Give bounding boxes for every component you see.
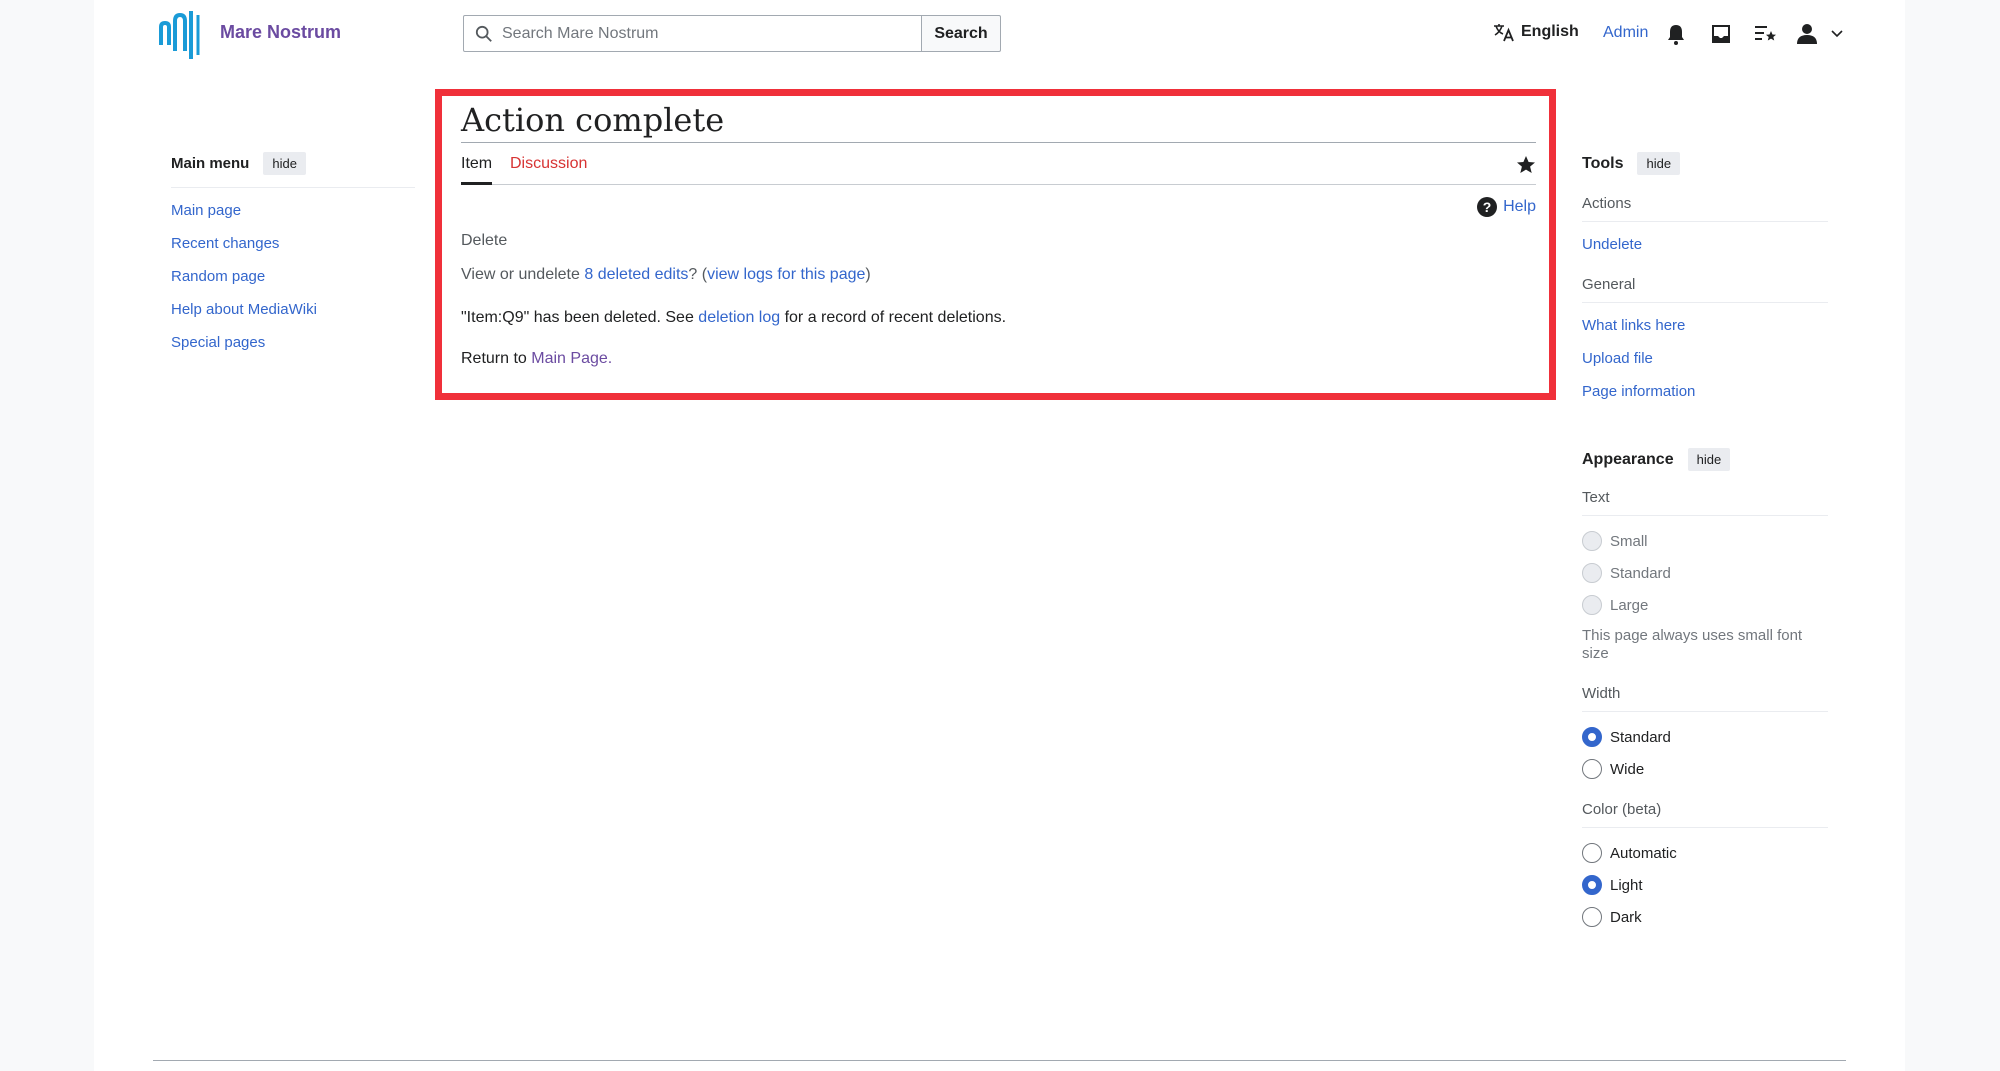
tab-discussion[interactable]: Discussion bbox=[510, 155, 587, 182]
width-standard-radio[interactable] bbox=[1582, 727, 1602, 747]
undelete-notice-text-3: ) bbox=[865, 266, 871, 283]
notifications-bell-icon[interactable] bbox=[1664, 22, 1688, 46]
tools-general-heading: General bbox=[1582, 276, 1828, 303]
main-menu-title: Main menu bbox=[171, 155, 250, 172]
text-size-large-radio bbox=[1582, 595, 1602, 615]
footer-divider bbox=[153, 1060, 1846, 1061]
search-box[interactable] bbox=[463, 15, 922, 52]
user-page-link[interactable]: Admin bbox=[1603, 24, 1648, 42]
right-sidebar: Tools hide Actions Undelete General What… bbox=[1582, 152, 1828, 933]
help-link[interactable]: ? Help bbox=[1477, 197, 1536, 217]
main-menu-header: Main menu hide bbox=[171, 152, 415, 188]
color-light-label: Light bbox=[1610, 876, 1643, 894]
text-size-small-option: Small bbox=[1582, 525, 1828, 557]
color-automatic-label: Automatic bbox=[1610, 844, 1677, 862]
width-heading: Width bbox=[1582, 685, 1828, 712]
notices-inbox-icon[interactable] bbox=[1709, 22, 1733, 46]
appearance-header: Appearance hide bbox=[1582, 448, 1828, 471]
main-menu-item-main-page[interactable]: Main page bbox=[171, 202, 241, 219]
text-size-large-option: Large bbox=[1582, 589, 1828, 621]
main-menu-item-help[interactable]: Help about MediaWiki bbox=[171, 301, 317, 318]
color-dark-option[interactable]: Dark bbox=[1582, 901, 1828, 933]
help-label: Help bbox=[1503, 198, 1536, 215]
page-title: Action complete bbox=[461, 98, 1536, 143]
main-menu-item-recent-changes[interactable]: Recent changes bbox=[171, 235, 279, 252]
deletion-message-text-2: for a record of recent deletions. bbox=[780, 309, 1007, 326]
deletion-message-text: "Item:Q9" has been deleted. See bbox=[461, 309, 699, 326]
chevron-down-icon[interactable] bbox=[1830, 22, 1844, 46]
text-size-small-radio bbox=[1582, 531, 1602, 551]
tools-header: Tools hide bbox=[1582, 152, 1828, 175]
site-logo-icon[interactable] bbox=[158, 5, 202, 63]
watch-star-icon[interactable] bbox=[1516, 155, 1536, 175]
text-size-note: This page always uses small font size bbox=[1582, 627, 1803, 662]
deletion-message: "Item:Q9" has been deleted. See deletion… bbox=[461, 309, 1006, 327]
color-light-option[interactable]: Light bbox=[1582, 869, 1828, 901]
appearance-title: Appearance bbox=[1582, 450, 1674, 468]
color-light-radio[interactable] bbox=[1582, 875, 1602, 895]
language-selector[interactable]: English bbox=[1493, 22, 1579, 42]
main-menu: Main menu hide Main page Recent changes … bbox=[171, 152, 415, 359]
text-size-standard-radio bbox=[1582, 563, 1602, 583]
undelete-notice-text: View or undelete bbox=[461, 266, 585, 283]
return-main-page-link[interactable]: Main Page bbox=[531, 350, 608, 367]
deletion-log-link[interactable]: deletion log bbox=[698, 309, 780, 326]
undelete-notice: View or undelete 8 deleted edits? (view … bbox=[461, 266, 871, 284]
return-message-period: . bbox=[607, 350, 613, 367]
color-dark-radio[interactable] bbox=[1582, 907, 1602, 927]
tools-hide-button[interactable]: hide bbox=[1637, 152, 1681, 175]
help-icon: ? bbox=[1477, 197, 1498, 217]
color-automatic-option[interactable]: Automatic bbox=[1582, 837, 1828, 869]
main-content: Action complete Item Discussion ? Help D… bbox=[461, 98, 1536, 367]
appearance-hide-button[interactable]: hide bbox=[1687, 448, 1731, 471]
svg-text:?: ? bbox=[1483, 199, 1492, 215]
color-heading: Color (beta) bbox=[1582, 801, 1828, 828]
color-automatic-radio[interactable] bbox=[1582, 843, 1602, 863]
return-message-text: Return to bbox=[461, 350, 532, 367]
text-size-large-label: Large bbox=[1610, 596, 1649, 614]
search-button[interactable]: Search bbox=[921, 15, 1001, 52]
what-links-here-link[interactable]: What links here bbox=[1582, 317, 1685, 334]
page-information-link[interactable]: Page information bbox=[1582, 383, 1695, 400]
upload-file-link[interactable]: Upload file bbox=[1582, 350, 1653, 367]
language-label: English bbox=[1521, 23, 1579, 40]
color-dark-label: Dark bbox=[1610, 908, 1642, 926]
return-message: Return to Main Page. bbox=[461, 350, 612, 368]
main-menu-hide-button[interactable]: hide bbox=[263, 152, 306, 175]
language-icon bbox=[1494, 24, 1514, 42]
text-size-heading: Text bbox=[1582, 489, 1828, 516]
undelete-notice-text-2: ? ( bbox=[688, 266, 708, 283]
tools-title: Tools bbox=[1582, 154, 1624, 172]
watchlist-icon[interactable] bbox=[1754, 22, 1778, 46]
site-name-link[interactable]: Mare Nostrum bbox=[220, 22, 341, 43]
text-size-standard-label: Standard bbox=[1610, 564, 1671, 582]
tab-item[interactable]: Item bbox=[461, 155, 493, 185]
view-logs-link[interactable]: view logs for this page bbox=[707, 266, 865, 283]
text-size-small-label: Small bbox=[1610, 532, 1648, 550]
user-menu-icon[interactable] bbox=[1795, 22, 1819, 46]
search-input[interactable] bbox=[502, 16, 917, 51]
tools-actions-heading: Actions bbox=[1582, 195, 1828, 222]
width-wide-option[interactable]: Wide bbox=[1582, 753, 1828, 785]
search-icon bbox=[475, 25, 492, 42]
page-subtitle: Delete bbox=[461, 232, 508, 249]
undelete-link[interactable]: Undelete bbox=[1582, 236, 1642, 253]
width-standard-label: Standard bbox=[1610, 728, 1671, 746]
main-menu-item-special-pages[interactable]: Special pages bbox=[171, 334, 265, 351]
width-wide-radio[interactable] bbox=[1582, 759, 1602, 779]
text-size-standard-option: Standard bbox=[1582, 557, 1828, 589]
page-tabs: Item Discussion bbox=[461, 143, 1536, 185]
width-standard-option[interactable]: Standard bbox=[1582, 721, 1828, 753]
main-menu-item-random-page[interactable]: Random page bbox=[171, 268, 265, 285]
width-wide-label: Wide bbox=[1610, 760, 1645, 778]
deleted-edits-link[interactable]: 8 deleted edits bbox=[584, 266, 688, 283]
